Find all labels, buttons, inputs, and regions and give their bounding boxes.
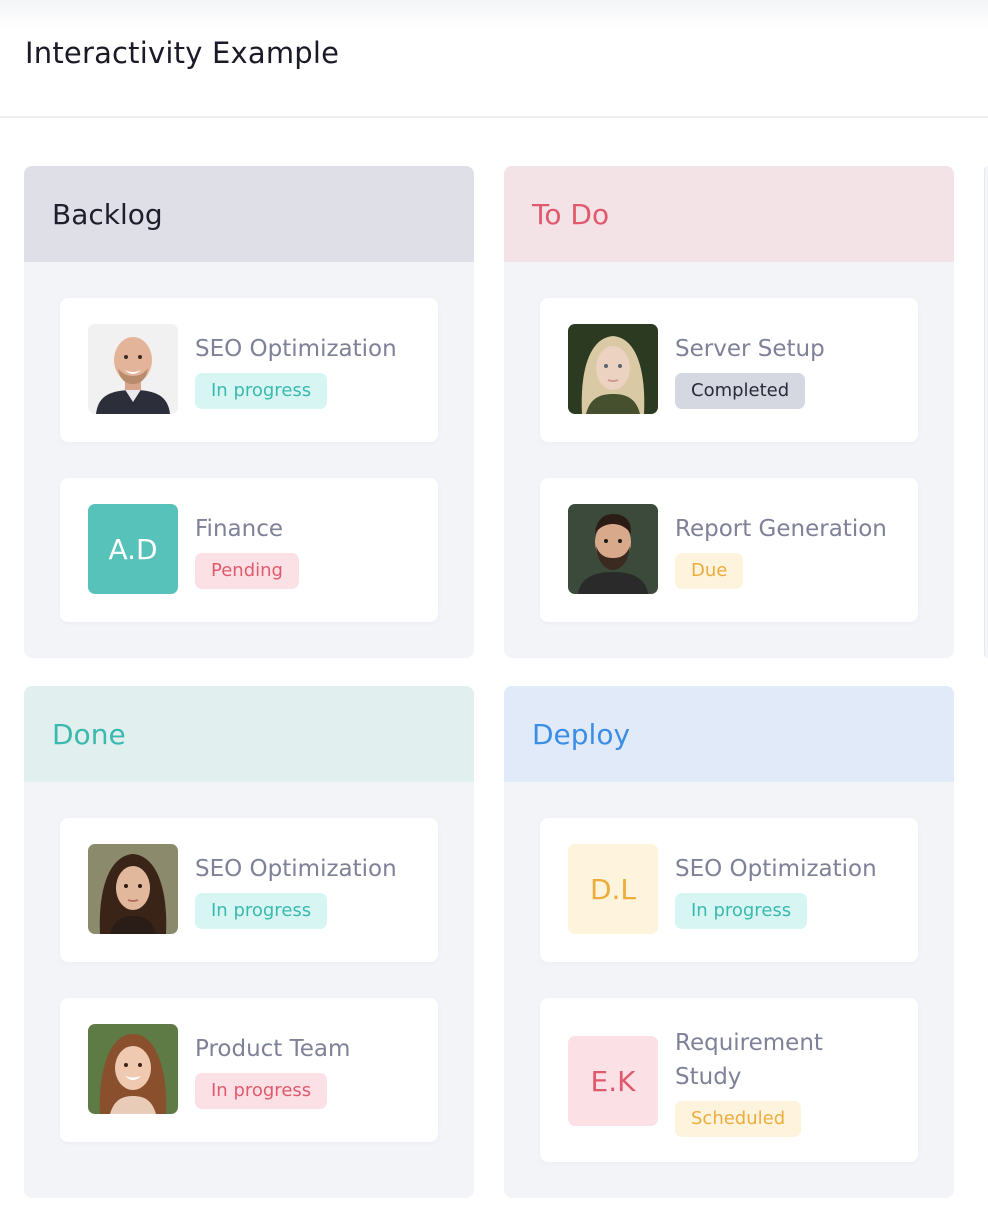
avatar-photo-icon [88,844,178,934]
column-title: Done [52,717,126,751]
task-title: Server Setup [675,336,825,362]
avatar-initials: E.K [590,1064,636,1098]
avatar: A.D [88,504,178,594]
avatar: D.L [568,844,658,934]
task-title: Requirement Study [675,1030,823,1090]
column-todo: To Do Server Setup Completed Report Gene… [504,166,954,658]
task-card[interactable]: Server Setup Completed [540,298,918,442]
column-title: To Do [532,197,610,231]
status-badge: Pending [195,553,299,589]
task-card[interactable]: Report Generation Due [540,478,918,622]
status-badge: In progress [195,373,328,409]
column-done: Done SEO Optimization In progress Produc… [24,686,474,1198]
avatar-photo-icon [568,324,658,414]
task-card[interactable]: Product Team In progress [60,998,438,1142]
task-title: SEO Optimization [195,336,397,362]
task-card[interactable]: SEO Optimization In progress [60,818,438,962]
page-header: Interactivity Example [0,0,988,118]
task-card[interactable]: SEO Optimization In progress [60,298,438,442]
task-title: Report Generation [675,516,887,542]
task-title: Product Team [195,1036,351,1062]
avatar [568,324,658,414]
avatar-initials: D.L [589,872,637,906]
task-card[interactable]: A.D Finance Pending [60,478,438,622]
task-title: Finance [195,516,283,542]
column-header[interactable]: Done [24,686,474,782]
avatar [88,324,178,414]
task-title: SEO Optimization [195,856,397,882]
column-title: Deploy [532,717,631,751]
avatar-photo-icon [568,504,658,594]
task-card[interactable]: E.K Requirement Study Scheduled [540,998,918,1162]
column-backlog: Backlog SEO Optimization In progress A.D [24,166,474,658]
column-header[interactable]: Backlog [24,166,474,262]
avatar-photo-icon [88,1024,178,1114]
next-column-edge [984,166,988,658]
task-title: SEO Optimization [675,856,877,882]
status-badge: In progress [195,1073,328,1109]
status-badge: Completed [675,373,806,409]
avatar-initials: A.D [108,532,158,566]
avatar [88,844,178,934]
column-header[interactable]: To Do [504,166,954,262]
column-title: Backlog [52,197,163,231]
page-title: Interactivity Example [25,36,340,70]
avatar-photo-icon [88,324,178,414]
column-deploy: Deploy D.L SEO Optimization In progress … [504,686,954,1198]
avatar [568,504,658,594]
avatar [88,1024,178,1114]
avatar: E.K [568,1036,658,1126]
status-badge: In progress [675,893,808,929]
column-header[interactable]: Deploy [504,686,954,782]
task-card[interactable]: D.L SEO Optimization In progress [540,818,918,962]
status-badge: Scheduled [675,1101,802,1137]
status-badge: In progress [195,893,328,929]
status-badge: Due [675,553,744,589]
